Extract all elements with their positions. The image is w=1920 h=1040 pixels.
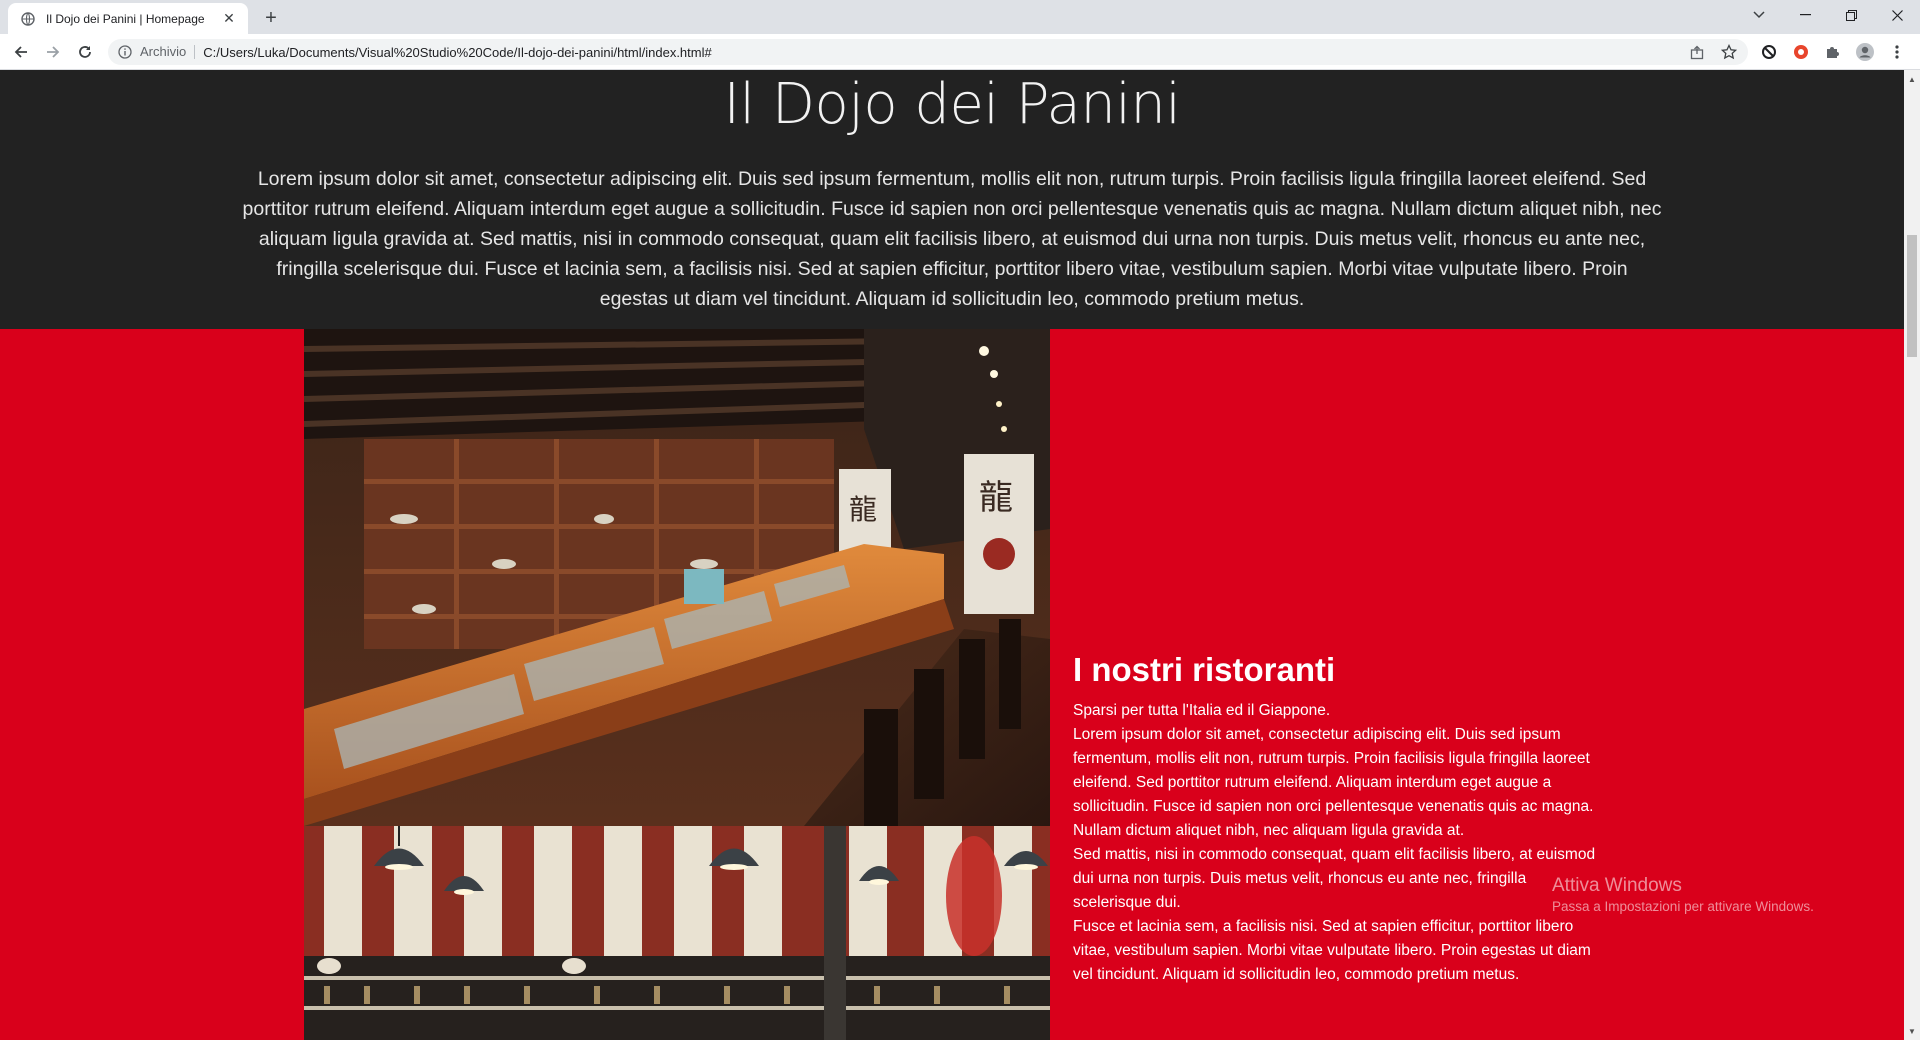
info-icon[interactable] (118, 45, 132, 59)
sushi-bar-photo: 龍 龍 (304, 329, 1050, 826)
tab-title: Il Dojo dei Panini | Homepage (46, 11, 205, 26)
scroll-up-icon[interactable]: ▲ (1904, 72, 1920, 86)
close-tab-icon[interactable]: ✕ (220, 10, 238, 28)
reload-icon[interactable] (72, 39, 98, 65)
browser-toolbar: Archivio C:/Users/Luka/Documents/Visual%… (0, 34, 1920, 70)
svg-text:龍: 龍 (849, 493, 877, 526)
url-scheme-label: Archivio (140, 45, 196, 59)
back-icon[interactable] (8, 39, 34, 65)
restaurants-paragraph-1: Lorem ipsum dolor sit amet, consectetur … (1073, 726, 1594, 839)
restaurants-subtitle: Sparsi per tutta l'Italia ed il Giappone… (1073, 702, 1331, 719)
hero-section: Il Dojo dei Panini Lorem ipsum dolor sit… (0, 70, 1904, 329)
bookmark-star-icon[interactable] (1716, 39, 1742, 65)
close-window-icon[interactable] (1874, 0, 1920, 30)
restaurants-info: I nostri ristoranti Sparsi per tutta l'I… (1073, 649, 1603, 987)
tab-strip: Il Dojo dei Panini | Homepage ✕ + (0, 0, 1920, 34)
tab-search-icon[interactable] (1736, 0, 1782, 30)
restaurants-paragraph-2: Sed mattis, nisi in commodo consequat, q… (1073, 846, 1596, 911)
address-bar[interactable]: Archivio C:/Users/Luka/Documents/Visual%… (108, 39, 1748, 65)
forward-icon[interactable] (40, 39, 66, 65)
restaurants-paragraph-3: Fusce et lacinia sem, a facilisis nisi. … (1073, 918, 1591, 983)
windows-activation-watermark: Attiva Windows Passa a Impostazioni per … (1552, 874, 1814, 916)
browser-tab[interactable]: Il Dojo dei Panini | Homepage ✕ (8, 3, 248, 34)
restaurant-lamps-photo (304, 826, 1050, 1040)
globe-icon (20, 11, 36, 27)
brave-extension-icon[interactable] (1788, 39, 1814, 65)
new-tab-button[interactable]: + (258, 5, 284, 31)
page-title: Il Dojo dei Panini (723, 72, 1181, 137)
menu-kebab-icon[interactable] (1884, 39, 1910, 65)
blocker-extension-icon[interactable] (1756, 39, 1782, 65)
scrollbar-thumb[interactable] (1907, 235, 1917, 357)
restaurants-heading: I nostri ristoranti (1073, 651, 1336, 688)
scroll-down-icon[interactable]: ▼ (1904, 1024, 1920, 1038)
extensions-puzzle-icon[interactable] (1820, 39, 1846, 65)
minimize-icon[interactable] (1782, 0, 1828, 30)
hero-description: Lorem ipsum dolor sit amet, consectetur … (242, 168, 1662, 310)
svg-text:龍: 龍 (979, 478, 1013, 518)
watermark-title: Attiva Windows (1552, 875, 1682, 896)
restore-icon[interactable] (1828, 0, 1874, 30)
watermark-subtitle: Passa a Impostazioni per attivare Window… (1552, 899, 1814, 914)
url-text[interactable]: C:/Users/Luka/Documents/Visual%20Studio%… (203, 45, 711, 60)
restaurants-section: 龍 龍 I nostri ristoranti Sparsi per tutta… (0, 329, 1904, 1040)
profile-avatar-icon[interactable] (1852, 39, 1878, 65)
page-scrollbar[interactable]: ▲ ▼ (1904, 70, 1920, 1040)
share-icon[interactable] (1684, 39, 1710, 65)
